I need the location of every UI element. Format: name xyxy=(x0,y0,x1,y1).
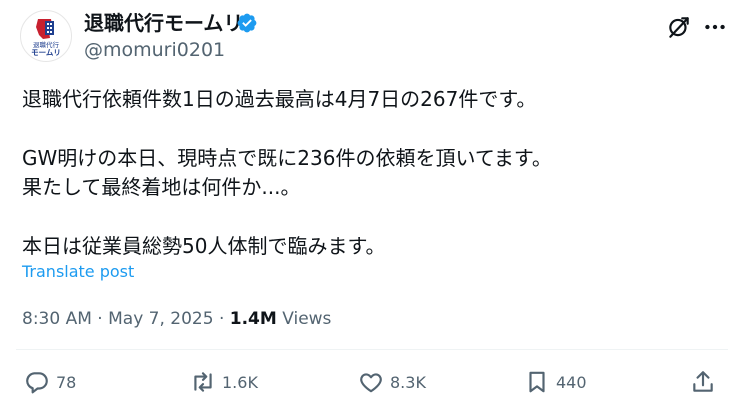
repost-button[interactable]: 1.6K xyxy=(190,368,258,396)
post-time[interactable]: 8:30 AM xyxy=(22,309,92,329)
verified-badge-icon xyxy=(237,13,257,33)
logo-text-line-2: モームリ xyxy=(31,48,61,57)
display-name[interactable]: 退職代行モームリ xyxy=(84,10,243,36)
meta-separator: · xyxy=(97,309,103,329)
translate-post-link[interactable]: Translate post xyxy=(22,262,134,282)
post-text-line: 果たして最終着地は何件か...。 xyxy=(22,175,301,199)
reply-icon xyxy=(26,372,48,394)
heart-icon xyxy=(360,373,382,393)
repost-count: 1.6K xyxy=(222,372,258,392)
more-icon[interactable] xyxy=(702,14,728,40)
post-text-line: 退職代行依頼件数1日の過去最高は4月7日の267件です。 xyxy=(22,87,537,111)
like-button[interactable]: 8.3K xyxy=(358,368,426,396)
reply-count: 78 xyxy=(56,372,77,392)
repost-icon xyxy=(194,372,212,392)
avatar[interactable]: 退職代行 モームリ xyxy=(20,10,72,62)
bookmark-button[interactable]: 440 xyxy=(524,368,587,396)
post-text-line: 本日は従業員総勢50人体制で臨みます。 xyxy=(22,234,386,258)
share-button[interactable] xyxy=(690,368,716,396)
momuri-logo: 退職代行 モームリ xyxy=(31,19,61,57)
views-count[interactable]: 1.4M xyxy=(230,309,277,329)
share-icon xyxy=(693,371,713,392)
reply-button[interactable]: 78 xyxy=(24,368,76,396)
author-handle[interactable]: @momuri0201 xyxy=(84,38,225,62)
post-date[interactable]: May 7, 2025 xyxy=(108,309,213,329)
post-meta: 8:30 AM · May 7, 2025 · 1.4M Views xyxy=(22,307,331,331)
tweet-card: 退職代行 モームリ 退職代行モームリ @momuri0201 退職代行依頼件数1… xyxy=(0,0,744,406)
like-count: 8.3K xyxy=(390,372,426,392)
grok-icon[interactable] xyxy=(666,14,692,40)
views-label: Views xyxy=(282,309,332,329)
bookmark-count: 440 xyxy=(556,372,587,392)
post-text-line: GW明けの本日、現時点で既に236件の依頼を頂いてます。 xyxy=(22,146,552,170)
bookmark-icon xyxy=(529,371,545,393)
divider xyxy=(16,349,728,350)
meta-separator: · xyxy=(218,309,225,329)
